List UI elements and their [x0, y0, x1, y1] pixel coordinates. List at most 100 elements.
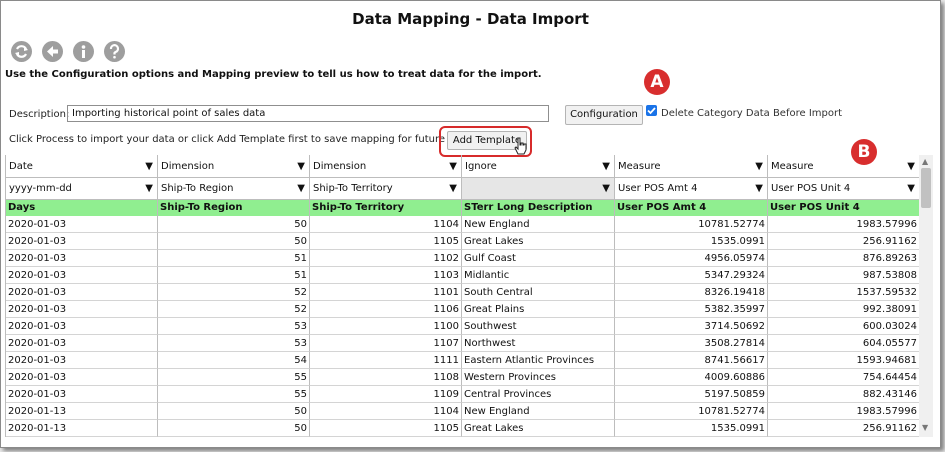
- column-type-select-text: Measure: [618, 161, 661, 172]
- chevron-down-icon[interactable]: ▼: [449, 155, 457, 177]
- table-cell: 2020-01-03: [6, 352, 158, 369]
- table-cell-text: 1103: [433, 270, 459, 281]
- table-cell: 1108: [310, 369, 462, 386]
- column-type-select[interactable]: Dimension ▼: [310, 155, 462, 178]
- table-cell-text: 1108: [433, 372, 459, 383]
- table-cell-text: 51: [294, 270, 307, 281]
- column-format-select[interactable]: User POS Amt 4 ▼: [615, 178, 768, 200]
- table-cell-text: 1983.57996: [856, 406, 917, 417]
- scroll-down-icon[interactable]: ▼: [922, 423, 928, 432]
- table-cell-text: 51: [294, 253, 307, 264]
- chevron-down-icon[interactable]: ▼: [145, 155, 153, 177]
- chevron-down-icon[interactable]: ▼: [449, 178, 457, 199]
- back-icon[interactable]: [42, 41, 63, 62]
- table-cell: 1109: [310, 386, 462, 403]
- column-format-select[interactable]: User POS Unit 4 ▼: [768, 178, 920, 200]
- table-cell-text: 1102: [433, 253, 459, 264]
- table-cell-text: 50: [294, 219, 307, 230]
- table-cell: 2020-01-03: [6, 335, 158, 352]
- table-cell-text: Gulf Coast: [464, 253, 516, 264]
- table-cell-text: 1593.94681: [856, 355, 917, 366]
- table-cell: 1104: [310, 216, 462, 233]
- chevron-down-icon[interactable]: ▼: [907, 178, 915, 199]
- table-cell-text: 50: [294, 236, 307, 247]
- table-cell-text: 600.03024: [862, 321, 917, 332]
- table-cell-text: 882.43146: [862, 389, 917, 400]
- column-type-select-text: Measure: [771, 161, 814, 172]
- table-cell-text: South Central: [464, 287, 533, 298]
- table-cell: 1535.0991: [615, 420, 768, 437]
- table-cell-text: Great Lakes: [464, 236, 524, 247]
- configuration-button[interactable]: Configuration: [565, 105, 643, 125]
- description-input[interactable]: Importing historical point of sales data: [67, 105, 549, 122]
- table-cell: Gulf Coast: [462, 250, 615, 267]
- refresh-icon[interactable]: [11, 41, 32, 62]
- column-format-select[interactable]: ▼: [462, 178, 615, 200]
- delete-category-checkbox[interactable]: [646, 105, 657, 116]
- table-cell: 2020-01-03: [6, 386, 158, 403]
- table-cell-text: 50: [294, 406, 307, 417]
- table-cell: 2020-01-03: [6, 369, 158, 386]
- table-cell-text: 2020-01-13: [8, 423, 67, 434]
- table-cell-text: Central Provinces: [464, 389, 552, 400]
- column-label-text: Ship-To Region: [160, 202, 243, 213]
- chevron-down-icon[interactable]: ▼: [602, 178, 610, 199]
- chevron-down-icon[interactable]: ▼: [907, 155, 915, 177]
- table-cell: 3714.50692: [615, 318, 768, 335]
- column-format-select[interactable]: yyyy-mm-dd ▼: [6, 178, 158, 200]
- table-cell-text: Great Lakes: [464, 423, 524, 434]
- table-cell-text: 1109: [433, 389, 459, 400]
- table-cell-text: 1104: [433, 406, 459, 417]
- table-cell: 1106: [310, 301, 462, 318]
- table-cell: 1593.94681: [768, 352, 920, 369]
- column-type-select[interactable]: Dimension ▼: [158, 155, 310, 178]
- scroll-thumb[interactable]: [921, 168, 931, 208]
- vertical-scrollbar[interactable]: ▲ ▼: [919, 155, 933, 437]
- table-cell-text: 1535.0991: [710, 236, 765, 247]
- table-cell-text: Midlantic: [464, 270, 510, 281]
- table-cell-text: 10781.52774: [698, 406, 765, 417]
- column-type-select[interactable]: Measure ▼: [615, 155, 768, 178]
- help-icon[interactable]: [104, 41, 125, 62]
- table-cell: 2020-01-03: [6, 267, 158, 284]
- table-cell: 256.91162: [768, 420, 920, 437]
- table-cell: 2020-01-03: [6, 216, 158, 233]
- table-cell: 882.43146: [768, 386, 920, 403]
- column-format-select-text: Ship-To Region: [161, 183, 234, 194]
- table-cell-text: 8741.56617: [704, 355, 765, 366]
- chevron-down-icon[interactable]: ▼: [297, 155, 305, 177]
- column-format-select[interactable]: Ship-To Territory ▼: [310, 178, 462, 200]
- scroll-up-icon[interactable]: ▲: [922, 157, 928, 166]
- delete-category-label: Delete Category Data Before Import: [661, 108, 843, 119]
- chevron-down-icon[interactable]: ▼: [297, 178, 305, 199]
- table-cell: 1107: [310, 335, 462, 352]
- chevron-down-icon[interactable]: ▼: [602, 155, 610, 177]
- info-icon[interactable]: [73, 41, 94, 62]
- chevron-down-icon[interactable]: ▼: [755, 178, 763, 199]
- process-instructions: Click Process to import your data or cli…: [9, 134, 470, 145]
- table-cell-text: 876.89263: [862, 253, 917, 264]
- table-cell: 2020-01-03: [6, 233, 158, 250]
- column-type-select[interactable]: Measure ▼: [768, 155, 920, 178]
- table-cell: 2020-01-13: [6, 420, 158, 437]
- table-cell-text: 55: [294, 389, 307, 400]
- chevron-down-icon[interactable]: ▼: [755, 155, 763, 177]
- table-cell: 1105: [310, 233, 462, 250]
- page-title: Data Mapping - Data Import: [352, 10, 589, 28]
- table-cell: 2020-01-03: [6, 250, 158, 267]
- column-label-text: Days: [8, 202, 36, 213]
- column-type-select[interactable]: Ignore ▼: [462, 155, 615, 178]
- table-cell-text: 3714.50692: [704, 321, 765, 332]
- table-cell-text: 2020-01-03: [8, 304, 67, 315]
- column-format-select[interactable]: Ship-To Region ▼: [158, 178, 310, 200]
- table-cell-text: 2020-01-03: [8, 236, 67, 247]
- table-cell: 10781.52774: [615, 403, 768, 420]
- table-cell: 2020-01-03: [6, 284, 158, 301]
- table-cell-text: 50: [294, 423, 307, 434]
- table-cell: 2020-01-03: [6, 301, 158, 318]
- column-type-select[interactable]: Date ▼: [6, 155, 158, 178]
- chevron-down-icon[interactable]: ▼: [145, 178, 153, 199]
- table-cell: Midlantic: [462, 267, 615, 284]
- table-cell: Great Plains: [462, 301, 615, 318]
- column-type-select-text: Dimension: [313, 161, 367, 172]
